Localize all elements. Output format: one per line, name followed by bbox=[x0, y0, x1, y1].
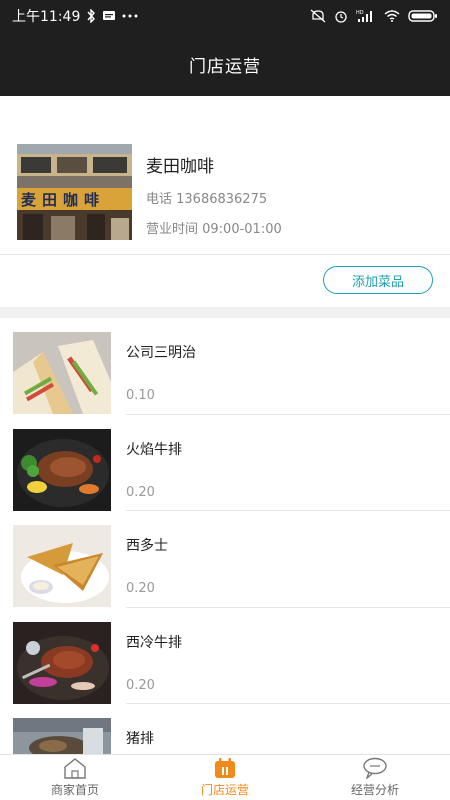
dish-image-sirloin-steak bbox=[13, 621, 111, 704]
dish-image-flame-steak bbox=[13, 428, 111, 511]
dish-image-pork-chop bbox=[13, 718, 111, 754]
nav-label: 经营分析 bbox=[350, 783, 399, 797]
nav-business-analysis[interactable]: 经营分析 bbox=[300, 755, 450, 800]
status-time: 上午11:49 bbox=[12, 9, 81, 25]
section-separator bbox=[0, 307, 450, 318]
dish-name: 火焰牛排 bbox=[126, 441, 182, 458]
dish-price: 0.20 bbox=[126, 677, 155, 693]
shop-info-card: 麦田咖啡 麦田咖啡 电话 13686836275 营业时间 09:00-01:0… bbox=[0, 96, 450, 254]
dish-item[interactable]: 西多士 0.20 bbox=[0, 511, 450, 608]
shop-hours: 营业时间 09:00-01:00 bbox=[146, 222, 282, 237]
hd-signal-icon: HD bbox=[356, 9, 376, 23]
dish-item[interactable]: 猪排 bbox=[0, 704, 450, 754]
alarm-icon bbox=[334, 9, 348, 23]
nav-label: 商家首页 bbox=[50, 783, 99, 797]
dish-name: 西多士 bbox=[126, 538, 168, 554]
bluetooth-icon bbox=[86, 9, 96, 23]
shop-name: 麦田咖啡 bbox=[146, 157, 214, 177]
svg-text:HD: HD bbox=[356, 10, 364, 16]
message-icon bbox=[102, 10, 116, 22]
bottom-nav: 商家首页 门店运营 经营分析 bbox=[0, 754, 450, 800]
dish-name: 猪排 bbox=[126, 731, 154, 747]
dish-name: 公司三明治 bbox=[126, 345, 196, 361]
dish-price: 0.10 bbox=[126, 388, 155, 403]
action-row: 添加菜品 bbox=[0, 255, 450, 307]
mute-icon bbox=[310, 9, 326, 23]
dish-image-french-toast bbox=[13, 525, 111, 607]
shop-photo: 麦田咖啡 bbox=[17, 144, 132, 240]
shop-phone[interactable]: 电话 13686836275 bbox=[146, 188, 267, 207]
dish-list[interactable]: 公司三明治 0.10 火焰牛排 0.20 西多士 0.20 西冷牛排 0.20 … bbox=[0, 318, 450, 754]
dish-price: 0.20 bbox=[126, 484, 155, 500]
more-dots-icon bbox=[122, 14, 138, 18]
dish-price: 0.20 bbox=[126, 581, 155, 596]
dish-image-sandwich bbox=[13, 332, 111, 414]
status-bar: 上午11:49 HD bbox=[0, 0, 450, 32]
page-title: 门店运营 bbox=[189, 56, 261, 77]
dish-name: 西冷牛排 bbox=[126, 634, 182, 651]
store-calendar-icon bbox=[212, 757, 238, 779]
home-icon bbox=[62, 757, 88, 779]
wifi-icon bbox=[384, 10, 400, 22]
nav-label: 门店运营 bbox=[200, 783, 249, 797]
app-screen: 上午11:49 HD 门店运营 麦田咖啡 麦田咖啡 电话 13686836275… bbox=[0, 0, 450, 800]
nav-store-operations[interactable]: 门店运营 bbox=[150, 755, 300, 800]
dish-item[interactable]: 火焰牛排 0.20 bbox=[0, 415, 450, 511]
nav-merchant-home[interactable]: 商家首页 bbox=[0, 755, 150, 800]
battery-icon bbox=[408, 9, 438, 23]
dish-item[interactable]: 西冷牛排 0.20 bbox=[0, 608, 450, 704]
add-dish-button[interactable]: 添加菜品 bbox=[323, 266, 433, 294]
svg-text:麦田咖啡: 麦田咖啡 bbox=[21, 191, 105, 209]
dish-item[interactable]: 公司三明治 0.10 bbox=[0, 318, 450, 415]
chat-bubble-icon bbox=[362, 757, 388, 779]
app-header: 门店运营 bbox=[0, 32, 450, 96]
